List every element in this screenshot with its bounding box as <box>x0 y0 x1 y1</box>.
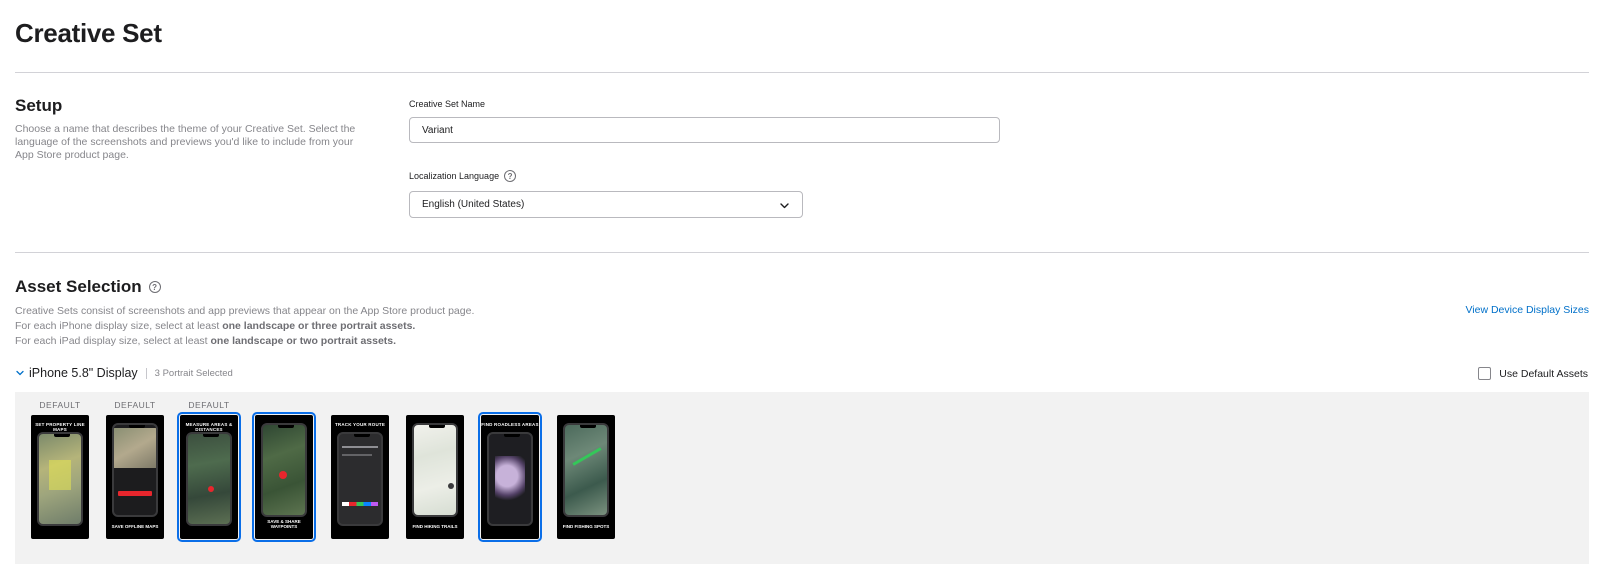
phone-frame <box>337 432 383 526</box>
thumbnail-caption: SAVE OFFLINE MAPS <box>111 524 159 529</box>
asset-thumbnail[interactable]: FIND HIKING TRAILS <box>406 415 464 539</box>
asset-strip <box>15 392 1589 564</box>
setup-title: Setup <box>15 96 63 115</box>
asset-description-text: For each iPad display size, select at le… <box>15 335 211 347</box>
default-label: DEFAULT <box>188 400 230 410</box>
default-label: DEFAULT <box>114 400 156 410</box>
creative-set-name-value: Variant <box>422 124 453 136</box>
asset-thumbnail[interactable]: FIND FISHING SPOTS <box>557 415 615 539</box>
default-label: DEFAULT <box>39 400 81 410</box>
asset-description-text: For each iPhone display size, select at … <box>15 320 223 332</box>
thumbnail-caption: FIND FISHING SPOTS <box>562 524 610 529</box>
phone-frame <box>563 423 609 517</box>
map-route <box>572 447 602 466</box>
phone-frame <box>186 432 232 526</box>
chevron-down-icon <box>780 203 789 209</box>
device-group-name: iPhone 5.8" Display <box>29 366 138 380</box>
ui-line <box>342 446 378 448</box>
thumbnail-caption: FIND HIKING TRAILS <box>412 524 458 529</box>
setup-description-line: language of the screenshots and previews… <box>15 136 354 148</box>
asset-thumbnail[interactable]: SAVE OFFLINE MAPS <box>106 415 164 539</box>
phone-frame <box>487 432 533 526</box>
phone-notch <box>278 425 294 428</box>
help-icon[interactable]: ? <box>504 170 517 182</box>
divider <box>15 252 1589 253</box>
asset-description-line: For each iPhone display size, select at … <box>15 319 474 334</box>
asset-description-emphasis: one landscape or two portrait assets. <box>210 335 397 347</box>
creative-set-name-label: Creative Set Name <box>409 99 485 109</box>
phone-frame <box>112 423 158 517</box>
page-title: Creative Set <box>15 18 162 48</box>
phone-frame <box>412 423 458 517</box>
asset-description-line: Creative Sets consist of screenshots and… <box>15 305 475 317</box>
asset-selection-title: Asset Selection <box>15 277 142 296</box>
localization-language-label: Localization Language ? <box>409 170 517 182</box>
map-region <box>49 460 71 490</box>
selected-count: 3 Portrait Selected <box>154 367 233 379</box>
asset-thumbnail[interactable]: MEASURE AREAS & DISTANCES <box>177 412 241 542</box>
asset-thumbnail[interactable]: FIND ROADLESS AREAS <box>478 412 542 542</box>
thumbnail-caption: SET PROPERTY LINE MAPS <box>35 422 85 432</box>
asset-selection-header: Asset Selection ? <box>15 277 161 297</box>
thumbnail-caption: FIND ROADLESS AREAS <box>481 422 539 427</box>
localization-language-select[interactable]: English (United States) <box>409 191 803 218</box>
thumbnail-caption: TRACK YOUR ROUTE <box>334 422 386 427</box>
thumbnail-caption: MEASURE AREAS & DISTANCES <box>185 422 233 432</box>
asset-thumbnail[interactable]: SAVE & SHARE WAYPOINTS <box>252 412 316 542</box>
color-swatches <box>342 502 378 506</box>
thumbnail-caption: SAVE & SHARE WAYPOINTS <box>267 519 301 529</box>
asset-description-emphasis: one landscape or three portrait assets. <box>222 320 416 332</box>
view-device-display-sizes-link[interactable]: View Device Display Sizes <box>1465 304 1589 316</box>
localization-language-label-text: Localization Language <box>409 171 500 181</box>
use-default-assets-label: Use Default Assets <box>1499 367 1588 380</box>
setup-description-line: App Store product page. <box>15 149 129 161</box>
phone-notch <box>54 434 70 437</box>
use-default-assets-toggle[interactable]: Use Default Assets <box>1478 367 1588 380</box>
setup-description: Choose a name that describes the theme o… <box>15 123 375 162</box>
help-icon[interactable]: ? <box>148 281 161 293</box>
phone-notch <box>203 434 219 437</box>
phone-notch <box>129 425 145 428</box>
action-bar <box>118 491 152 496</box>
phone-notch <box>580 425 596 428</box>
area-overlay <box>495 456 525 506</box>
phone-frame <box>261 423 307 517</box>
ui-line <box>342 454 372 456</box>
asset-thumbnail[interactable]: TRACK YOUR ROUTE <box>331 415 389 539</box>
device-group-header[interactable]: iPhone 5.8" Display 3 Portrait Selected <box>15 366 233 380</box>
phone-notch <box>354 434 370 437</box>
creative-set-name-label-text: Creative Set Name <box>409 99 486 109</box>
asset-description-line: For each iPad display size, select at le… <box>15 334 474 349</box>
asset-thumbnail[interactable]: SET PROPERTY LINE MAPS <box>31 415 89 539</box>
creative-set-name-input[interactable]: Variant <box>409 117 1000 143</box>
phone-notch <box>429 425 445 428</box>
setup-description-line: Choose a name that describes the theme o… <box>15 123 356 135</box>
map-pin <box>208 486 214 492</box>
chevron-down-icon[interactable] <box>15 368 25 378</box>
separator <box>145 367 147 379</box>
map-control <box>448 483 454 489</box>
map-region <box>114 428 156 468</box>
localization-language-value: English (United States) <box>422 199 525 210</box>
asset-selection-description: Creative Sets consist of screenshots and… <box>15 304 474 349</box>
phone-notch <box>504 434 520 437</box>
phone-frame <box>37 432 83 526</box>
divider <box>15 72 1589 73</box>
map-pin <box>279 471 287 479</box>
use-default-assets-checkbox[interactable] <box>1478 367 1492 380</box>
